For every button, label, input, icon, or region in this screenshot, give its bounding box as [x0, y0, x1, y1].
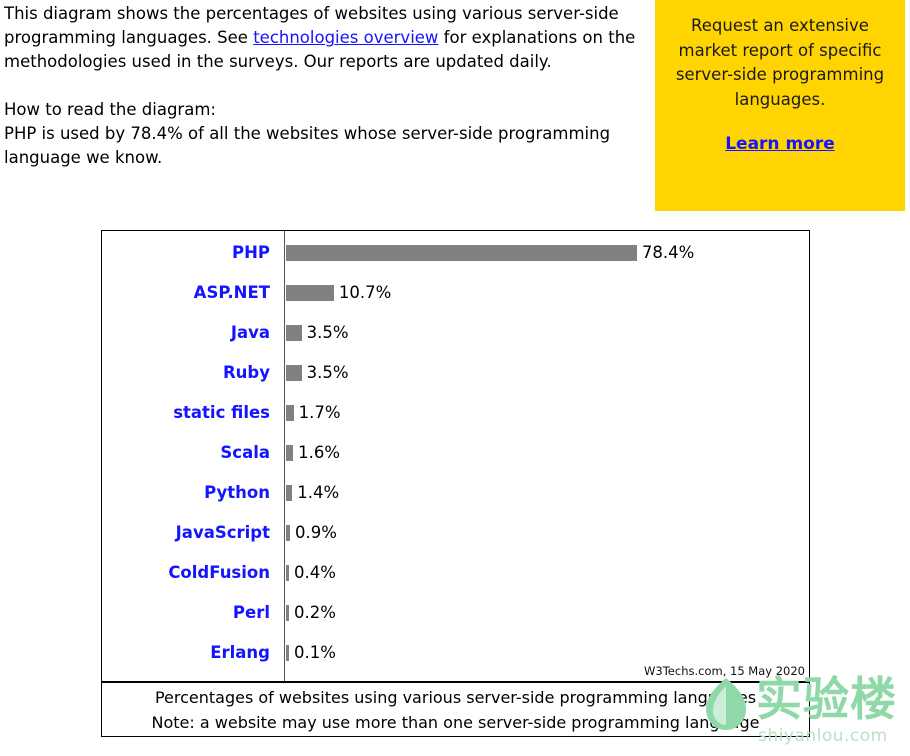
bar-row: Ruby 3.5% [102, 353, 809, 393]
bar-value-label: 10.7% [338, 283, 392, 302]
bar [286, 365, 302, 381]
bar-value-label: 0.4% [294, 563, 336, 582]
intro-paragraph: This diagram shows the percentages of we… [4, 2, 644, 74]
bar-row: ASP.NET 10.7% [102, 273, 809, 313]
bar-wrap: 10.7% [286, 273, 391, 313]
bar [286, 245, 637, 261]
bar [286, 645, 289, 661]
bar-wrap: 0.9% [286, 513, 337, 553]
bar [286, 565, 289, 581]
intro-text-block: This diagram shows the percentages of we… [4, 2, 644, 170]
bar-label-scala[interactable]: Scala [102, 433, 270, 473]
learn-more-link[interactable]: Learn more [725, 134, 835, 154]
bar-value-label: 0.1% [294, 643, 336, 662]
bar [286, 405, 294, 421]
howto-body: PHP is used by 78.4% of all the websites… [4, 124, 611, 167]
bar-row: Python 1.4% [102, 473, 809, 513]
bar-label-erlang[interactable]: Erlang [102, 633, 270, 673]
bar-value-label: 3.5% [306, 363, 349, 382]
bar-wrap: 0.1% [286, 633, 336, 673]
chart-caption-box: Percentages of websites using various se… [101, 682, 810, 737]
bar-label-python[interactable]: Python [102, 473, 270, 513]
bar-label-perl[interactable]: Perl [102, 593, 270, 633]
bar [286, 485, 293, 501]
bar-wrap: 78.4% [286, 233, 694, 273]
bar-row: ColdFusion 0.4% [102, 553, 809, 593]
bar-wrap: 0.4% [286, 553, 336, 593]
bar-wrap: 3.5% [286, 313, 349, 353]
bar [286, 445, 294, 461]
bar-wrap: 0.2% [286, 593, 336, 633]
bar-wrap: 1.6% [286, 433, 340, 473]
promo-banner[interactable]: Request an extensive market report of sp… [655, 0, 905, 211]
bar-row: static files 1.7% [102, 393, 809, 433]
bar-label-coldfusion[interactable]: ColdFusion [102, 553, 270, 593]
bar-label-php[interactable]: PHP [102, 233, 270, 273]
technologies-overview-link[interactable]: technologies overview [253, 28, 438, 47]
howto-heading: How to read the diagram: [4, 100, 216, 119]
bar-row: Scala 1.6% [102, 433, 809, 473]
bar-wrap: 3.5% [286, 353, 349, 393]
promo-description: Request an extensive market report of sp… [675, 16, 885, 109]
bar-row: Java 3.5% [102, 313, 809, 353]
intro-spacer [4, 74, 644, 98]
chart-caption-note: Note: a website may use more than one se… [151, 713, 760, 732]
chart-caption-title: Percentages of websites using various se… [154, 688, 757, 707]
bar-value-label: 0.9% [295, 523, 337, 542]
bar-value-label: 1.4% [297, 483, 340, 502]
bar-label-javascript[interactable]: JavaScript [102, 513, 270, 553]
chart-attribution: W3Techs.com, 15 May 2020 [644, 664, 805, 678]
bar-label-ruby[interactable]: Ruby [102, 353, 270, 393]
bar-row: PHP 78.4% [102, 233, 809, 273]
bar-value-label: 1.6% [298, 443, 341, 462]
bar-label-java[interactable]: Java [102, 313, 270, 353]
bar [286, 325, 302, 341]
bar-value-label: 78.4% [641, 243, 695, 262]
bar [286, 285, 334, 301]
bar-value-label: 3.5% [306, 323, 349, 342]
bar-label-asp-net[interactable]: ASP.NET [102, 273, 270, 313]
bar [286, 605, 289, 621]
bar-label-static-files[interactable]: static files [102, 393, 270, 433]
bar-row: JavaScript 0.9% [102, 513, 809, 553]
bar-row: Perl 0.2% [102, 593, 809, 633]
bar [286, 525, 291, 541]
bar-value-label: 0.2% [294, 603, 336, 622]
bar-value-label: 1.7% [298, 403, 341, 422]
bar-wrap: 1.4% [286, 473, 339, 513]
promo-cta: Learn more [667, 134, 893, 154]
bar-wrap: 1.7% [286, 393, 341, 433]
bar-chart: PHP 78.4% ASP.NET 10.7% Java 3.5% Ruby 3.5% stat… [101, 230, 810, 682]
